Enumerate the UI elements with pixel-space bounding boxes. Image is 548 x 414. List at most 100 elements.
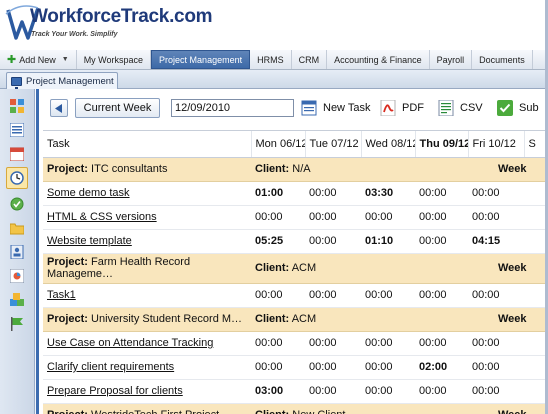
hours-cell[interactable]: 00:00 xyxy=(415,283,468,308)
hours-cell[interactable]: 00:00 xyxy=(305,181,361,206)
task-link[interactable]: Some demo task xyxy=(47,187,130,199)
hours-cell[interactable]: 00:00 xyxy=(415,229,468,254)
hours-cell[interactable]: 00:00 xyxy=(361,331,415,356)
csv-export-button[interactable]: CSV xyxy=(438,99,483,117)
hours-cell[interactable]: 00:00 xyxy=(361,379,415,404)
tab-project-management[interactable]: Project Management xyxy=(6,72,118,89)
col-task[interactable]: Task xyxy=(43,131,252,158)
project-name: ITC consultants xyxy=(91,163,168,175)
project-row: Project: University Student Record M… Cli… xyxy=(43,307,548,332)
task-link[interactable]: HTML & CSS versions xyxy=(47,211,157,223)
hours-cell[interactable]: 01:00 xyxy=(251,181,305,206)
hours-cell[interactable]: 00:00 xyxy=(251,331,305,356)
hours-cell[interactable]: 05:25 xyxy=(251,229,305,254)
hours-cell[interactable]: 03:00 xyxy=(251,379,305,404)
timesheet-grid: Task Mon 06/12 Tue 07/12 Wed 08/12 Thu 0… xyxy=(43,130,548,414)
hours-cell[interactable]: 00:00 xyxy=(251,355,305,380)
hours-cell[interactable]: 00:00 xyxy=(305,355,361,380)
submit-button[interactable]: Sub xyxy=(497,99,539,117)
hours-cell[interactable]: 04:15 xyxy=(468,229,524,254)
new-task-icon xyxy=(301,100,317,116)
client-cell: Client: ACM xyxy=(251,307,468,332)
project-name: University Student Record M… xyxy=(91,313,243,325)
sub-tab-bar: Project Management xyxy=(0,70,548,89)
hours-cell[interactable]: 00:00 xyxy=(468,331,524,356)
nav-my-workspace[interactable]: My Workspace xyxy=(77,50,152,69)
new-task-button[interactable]: New Task xyxy=(301,99,370,117)
hours-cell[interactable]: 00:00 xyxy=(468,283,524,308)
client-label: Client: xyxy=(255,409,289,414)
timesheet-panel: Current Week New Task PDF CSV Sub Task xyxy=(36,89,548,414)
task-link[interactable]: Clarify client requirements xyxy=(47,361,174,373)
project-row: Project: ITC consultants Client: N/A Week xyxy=(43,157,548,182)
hours-cell[interactable]: 00:00 xyxy=(251,283,305,308)
folder-icon[interactable] xyxy=(8,219,26,237)
task-row: Clarify client requirements 00:00 00:00 00:… xyxy=(43,355,548,380)
hours-cell[interactable]: 00:00 xyxy=(415,181,468,206)
hours-cell[interactable]: 00:00 xyxy=(415,379,468,404)
hours-cell[interactable]: 00:00 xyxy=(361,355,415,380)
task-name-cell: Task1 xyxy=(43,283,251,308)
task-row: Use Case on Attendance Tracking 00:00 00:0… xyxy=(43,331,548,356)
hours-cell[interactable]: 00:00 xyxy=(468,379,524,404)
hours-cell[interactable]: 00:00 xyxy=(468,355,524,380)
nav-hrms[interactable]: HRMS xyxy=(250,50,292,69)
client-cell: Client: N/A xyxy=(251,157,468,182)
col-thu[interactable]: Thu 09/12 xyxy=(415,131,469,158)
col-wed[interactable]: Wed 08/12 xyxy=(361,131,416,158)
previous-week-button[interactable] xyxy=(50,99,68,117)
task-link[interactable]: Use Case on Attendance Tracking xyxy=(47,337,213,349)
hours-cell[interactable]: 00:00 xyxy=(305,283,361,308)
task-name-cell: Use Case on Attendance Tracking xyxy=(43,331,251,356)
col-tue[interactable]: Tue 07/12 xyxy=(305,131,362,158)
cubes-icon[interactable] xyxy=(8,291,26,309)
hours-cell[interactable]: 00:00 xyxy=(415,331,468,356)
hours-cell[interactable]: 00:00 xyxy=(305,229,361,254)
hours-cell[interactable]: 02:00 xyxy=(415,355,468,380)
calendar-icon[interactable] xyxy=(8,145,26,163)
col-fri[interactable]: Fri 10/12 xyxy=(468,131,525,158)
hours-cell[interactable]: 00:00 xyxy=(468,205,524,230)
hours-cell[interactable]: 01:10 xyxy=(361,229,415,254)
logo-tagline: Track Your Work. Simplify xyxy=(31,31,118,38)
add-new-menu[interactable]: ✚ Add New ▼ xyxy=(0,50,77,69)
col-mon[interactable]: Mon 06/12 xyxy=(251,131,306,158)
nav-documents[interactable]: Documents xyxy=(472,50,533,69)
hours-cell[interactable]: 00:00 xyxy=(251,205,305,230)
reports-icon[interactable] xyxy=(8,267,26,285)
check-icon[interactable] xyxy=(8,195,26,213)
hours-cell[interactable]: 00:00 xyxy=(305,331,361,356)
project-name-cell: Project: University Student Record M… xyxy=(43,307,251,332)
list-icon[interactable] xyxy=(8,121,26,139)
hours-cell[interactable]: 00:00 xyxy=(305,205,361,230)
csv-label: CSV xyxy=(460,102,483,114)
nav-accounting-finance[interactable]: Accounting & Finance xyxy=(327,50,430,69)
week-date-input[interactable] xyxy=(171,99,294,117)
hours-cell[interactable]: 03:30 xyxy=(361,181,415,206)
task-link[interactable]: Prepare Proposal for clients xyxy=(47,385,183,397)
task-row: Some demo task 01:00 00:00 03:30 00:00 00:00 xyxy=(43,181,548,206)
left-sidebar xyxy=(0,89,35,414)
hours-cell[interactable]: 00:00 xyxy=(361,205,415,230)
current-week-button[interactable]: Current Week xyxy=(75,98,160,118)
client-cell: Client: New Client xyxy=(251,403,468,414)
task-link[interactable]: Website template xyxy=(47,235,132,247)
hours-cell[interactable]: 00:00 xyxy=(415,205,468,230)
nav-project-management[interactable]: Project Management xyxy=(151,50,251,69)
clock-icon[interactable] xyxy=(6,167,28,189)
nav-crm[interactable]: CRM xyxy=(292,50,328,69)
hours-cell[interactable]: 00:00 xyxy=(361,283,415,308)
task-link[interactable]: Task1 xyxy=(47,289,76,301)
nav-payroll[interactable]: Payroll xyxy=(430,50,473,69)
week-total-label: Week xyxy=(468,307,548,332)
flag-icon[interactable] xyxy=(8,315,26,333)
plus-icon: ✚ xyxy=(7,54,17,66)
address-book-icon[interactable] xyxy=(8,243,26,261)
hours-cell[interactable]: 00:00 xyxy=(468,181,524,206)
hours-cell[interactable]: 00:00 xyxy=(305,379,361,404)
monitor-icon xyxy=(11,76,22,89)
csv-icon xyxy=(438,100,454,116)
dashboard-icon[interactable] xyxy=(8,97,26,115)
pdf-export-button[interactable]: PDF xyxy=(380,99,424,117)
task-name-cell: HTML & CSS versions xyxy=(43,205,251,230)
